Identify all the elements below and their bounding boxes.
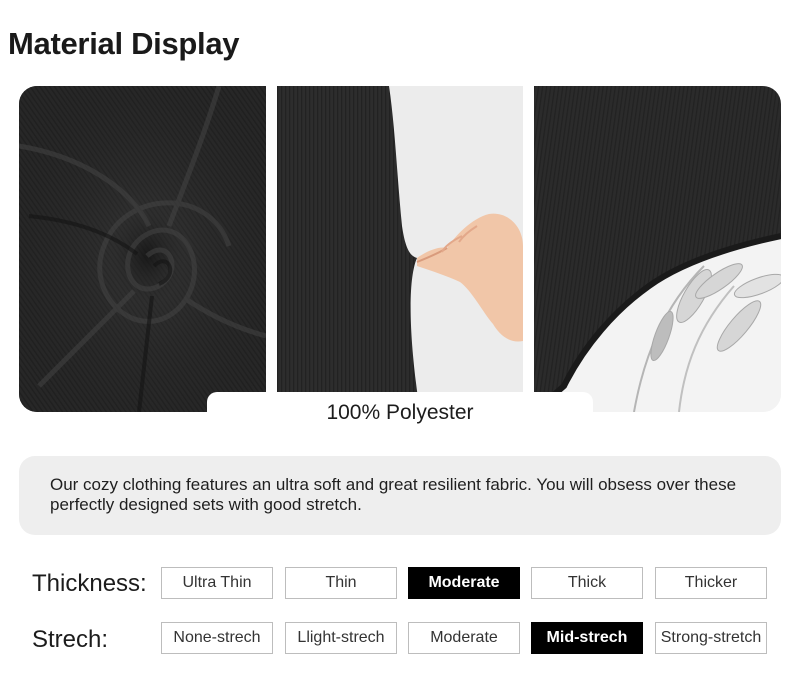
stretch-label: Strech:	[32, 626, 109, 653]
stretch-option-light: Llight-strech	[285, 622, 397, 654]
stretch-option-strong: Strong-stretch	[655, 622, 767, 654]
fabric-stretch-image	[277, 86, 523, 412]
stretch-option-mid-selected: Mid-strech	[531, 622, 643, 654]
thickness-option-moderate-selected: Moderate	[408, 567, 520, 599]
fabric-hem-image	[534, 86, 781, 412]
page-title: Material Display	[8, 26, 240, 61]
description-box: Our cozy clothing features an ultra soft…	[19, 456, 781, 535]
thickness-option-thick: Thick	[531, 567, 643, 599]
material-label: 100% Polyester	[207, 392, 593, 434]
thickness-option-ultra-thin: Ultra Thin	[161, 567, 273, 599]
thickness-label: Thickness:	[32, 570, 147, 597]
thickness-option-thin: Thin	[285, 567, 397, 599]
stretch-option-none: None-strech	[161, 622, 273, 654]
description-text: Our cozy clothing features an ultra soft…	[50, 475, 737, 514]
thickness-option-thicker: Thicker	[655, 567, 767, 599]
stretch-option-moderate: Moderate	[408, 622, 520, 654]
fabric-swirl-image	[19, 86, 266, 412]
